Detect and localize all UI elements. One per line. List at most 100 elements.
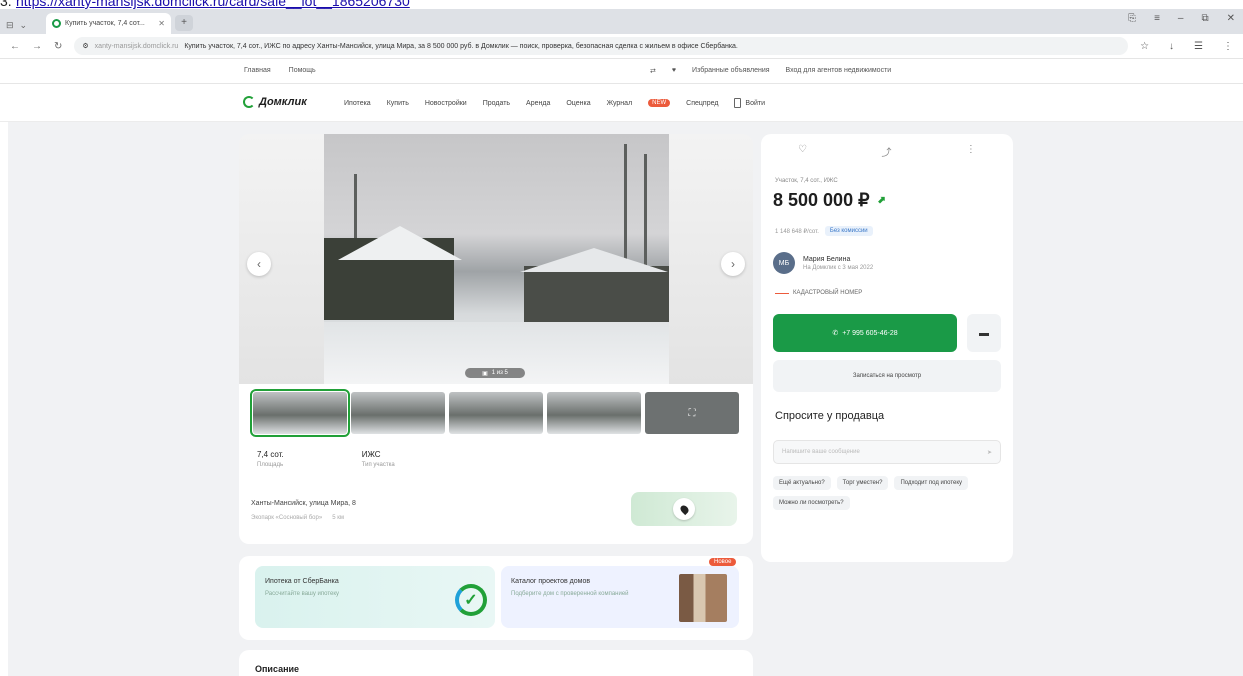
agent-block[interactable]: МБ Мария Белина На Домклик с 3 мая 2022 <box>773 252 873 274</box>
more-photos-thumbnail[interactable]: ⛶ <box>645 392 739 434</box>
caption-strip: 3. https://xanty-mansijsk.domclick.ru/ca… <box>0 0 1243 9</box>
nav-item-3[interactable]: Продать <box>483 100 510 107</box>
thumbnail[interactable] <box>449 392 543 434</box>
compare-icon[interactable]: ⇄ <box>650 67 656 75</box>
call-button[interactable]: ✆ +7 995 605-46-28 <box>773 314 957 352</box>
tab-nav: ⊟ ⌄ <box>6 16 46 34</box>
show-on-map-button[interactable] <box>631 492 737 526</box>
chat-button[interactable]: ▬ <box>967 314 1001 352</box>
listing-facts: 7,4 сот. Площадь ИЖС Тип участка <box>257 450 395 468</box>
cadastre-number[interactable]: КАДАСТРОВЫЙ НОМЕР <box>775 290 862 296</box>
price-history-icon[interactable]: ⬈ <box>878 195 886 206</box>
caption-prefix: 3. <box>0 0 12 9</box>
tab-search-icon[interactable]: ⊟ <box>6 20 14 31</box>
top-link-agents[interactable]: Вход для агентов недвижимости <box>786 67 892 75</box>
close-tab-icon[interactable]: ✕ <box>158 19 165 28</box>
send-icon[interactable]: ➤ <box>987 449 992 456</box>
fact-value: 7,4 сот. <box>257 450 284 459</box>
forward-icon[interactable]: → <box>32 41 42 52</box>
site-info-icon[interactable]: ⚙ <box>82 42 88 50</box>
url-host: xanty-mansijsk.domclick.ru <box>94 42 179 50</box>
thumbnail[interactable] <box>547 392 641 434</box>
phone-number: +7 995 605-46-28 <box>842 329 898 337</box>
roof-left <box>338 226 462 260</box>
quick-question[interactable]: Ещё актуально? <box>773 476 831 490</box>
description-heading: Описание <box>255 664 300 674</box>
nav-item-5[interactable]: Оценка <box>566 100 590 107</box>
reload-icon[interactable]: ↻ <box>54 41 62 52</box>
tab-title: Купить участок, 7,4 сот... <box>65 20 145 27</box>
thumbnail-strip: ⛶ <box>250 389 739 437</box>
logo-text: Домклик <box>259 96 307 108</box>
sber-check-icon: ✓ <box>455 584 487 616</box>
caption-url-link[interactable]: https://xanty-mansijsk.domclick.ru/card/… <box>16 0 410 9</box>
address-bar-actions: ☆ ↓ ☰ ⋮ <box>1140 41 1233 52</box>
browser-tab[interactable]: Купить участок, 7,4 сот... ✕ <box>46 13 171 34</box>
description-card: Описание <box>239 650 753 676</box>
thumbnail[interactable] <box>250 389 350 437</box>
domclick-favicon-icon <box>52 19 61 28</box>
window-controls: ⎘ ≡ – ⧉ ✕ <box>1128 13 1235 24</box>
fact-value: ИЖС <box>361 450 381 459</box>
camera-icon: ▣ <box>482 370 488 377</box>
house-right <box>524 266 669 324</box>
window-control-0[interactable]: ⎘ <box>1128 13 1136 24</box>
quick-question[interactable]: Подходит под ипотеку <box>894 476 969 490</box>
more-icon[interactable]: ⋮ <box>1223 41 1233 52</box>
bookmark-star-icon[interactable]: ☆ <box>1140 41 1149 52</box>
window-control-2[interactable]: – <box>1178 13 1184 24</box>
nav-item-4[interactable]: Аренда <box>526 100 550 107</box>
photo-counter: ▣ 1 из 5 <box>465 368 525 378</box>
menu-icon[interactable]: ☰ <box>1194 41 1203 52</box>
nav-item-6[interactable]: Журнал <box>607 100 633 107</box>
fact-area: 7,4 сот. Площадь <box>257 450 284 468</box>
message-input[interactable]: Напишите ваше сообщение ➤ <box>773 440 1001 464</box>
quick-question[interactable]: Торг уместен? <box>836 476 889 490</box>
next-photo-button[interactable]: › <box>721 252 745 276</box>
top-link-0[interactable]: Главная <box>244 67 271 74</box>
favorite-icon[interactable]: ♡ <box>798 144 807 159</box>
chat-icon: ▬ <box>979 327 989 339</box>
nearby-place: Экопарк «Сосновый бор» 5 км <box>251 515 344 521</box>
house-projects-promo[interactable]: Каталог проектов домов Подберите дом с п… <box>501 566 739 628</box>
quick-question[interactable]: Можно ли посмотреть? <box>773 496 850 510</box>
tab-list-icon[interactable]: ⌄ <box>20 20 28 31</box>
main-nav: Ипотека Купить Новостройки Продать Аренд… <box>344 98 765 108</box>
top-links-bar: Главная Помощь ⇄ ♥ Избранные объявления … <box>0 59 1243 84</box>
share-icon[interactable]: ⤴ <box>881 144 891 159</box>
site-logo[interactable]: Домклик <box>243 96 307 108</box>
price: 8 500 000 ₽ ⬈ <box>773 190 886 211</box>
no-commission-chip: Без комиссии <box>824 226 873 236</box>
more-options-icon[interactable]: ⋮ <box>966 144 976 159</box>
thumbnail[interactable] <box>351 392 445 434</box>
url-field[interactable]: ⚙ xanty-mansijsk.domclick.ru Купить учас… <box>74 37 1129 55</box>
listing-address[interactable]: Ханты-Мансийск, улица Мира, 8 <box>251 500 356 507</box>
main-photo[interactable] <box>324 134 669 384</box>
url-page-title: Купить участок, 7,4 сот., ИЖС по адресу … <box>184 42 738 50</box>
new-tab-button[interactable]: + <box>175 15 193 31</box>
listing-type: Участок, 7,4 сот., ИЖС <box>775 178 838 184</box>
download-icon[interactable]: ↓ <box>1169 41 1174 52</box>
nearby-place-name: Экопарк «Сосновый бор» <box>251 515 323 521</box>
nav-item-1[interactable]: Купить <box>387 100 409 107</box>
map-pin-icon <box>673 498 695 520</box>
promo-subtitle: Рассчитайте вашу ипотеку <box>265 591 340 597</box>
top-link-1[interactable]: Помощь <box>289 67 316 74</box>
window-control-4[interactable]: ✕ <box>1227 13 1235 24</box>
top-link-favorites[interactable]: Избранные объявления <box>692 67 770 75</box>
nav-item-0[interactable]: Ипотека <box>344 100 371 107</box>
window-control-1[interactable]: ≡ <box>1154 13 1160 24</box>
login-button[interactable]: Войти <box>734 98 765 108</box>
roof-right <box>520 248 668 272</box>
ask-seller-heading: Спросите у продавца <box>775 410 885 422</box>
schedule-viewing-button[interactable]: Записаться на просмотр <box>773 360 1001 392</box>
nav-item-2[interactable]: Новостройки <box>425 100 467 107</box>
nav-item-7[interactable]: Спецпред <box>686 100 718 107</box>
heart-icon[interactable]: ♥ <box>672 67 676 75</box>
left-gutter <box>0 122 8 676</box>
window-control-3[interactable]: ⧉ <box>1201 13 1208 24</box>
mortgage-promo[interactable]: Ипотека от СберБанка Рассчитайте вашу ип… <box>255 566 495 628</box>
prev-photo-button[interactable]: ‹ <box>247 252 271 276</box>
sidebar-actions: ♡ ⤴ ⋮ <box>761 144 1013 159</box>
back-icon[interactable]: ← <box>10 41 20 52</box>
